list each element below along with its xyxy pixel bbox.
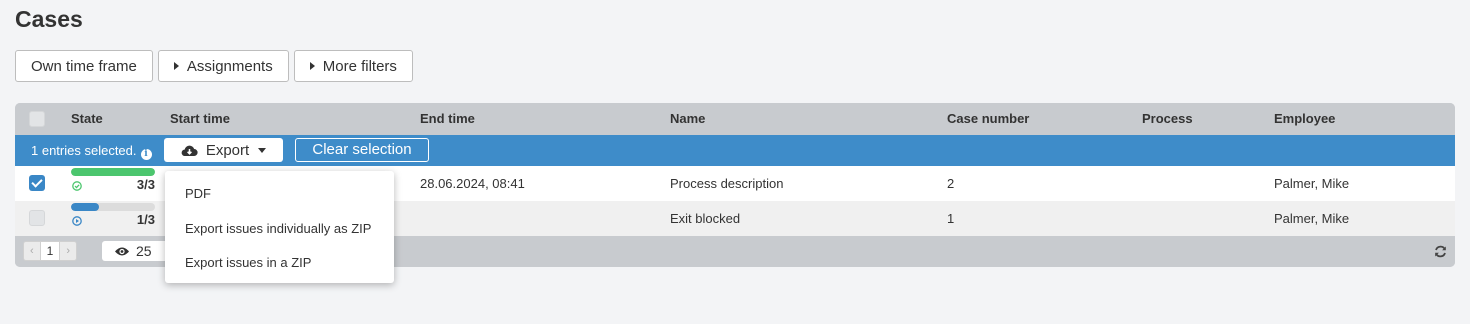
export-zip-item[interactable]: Export issues in a ZIP — [185, 255, 311, 270]
table-header: State Start time End time Name Case numb… — [15, 103, 1455, 135]
chevron-down-icon — [258, 147, 267, 153]
name-cell: Exit blocked — [670, 211, 741, 226]
selection-info: 1 entries selected. i — [31, 135, 152, 166]
check-circle-icon — [72, 181, 82, 191]
eye-icon — [115, 247, 129, 255]
export-label: Export — [205, 141, 250, 159]
state-count: 3/3 — [136, 177, 155, 192]
case-number-cell: 1 — [947, 211, 955, 226]
state-count: 1/3 — [136, 212, 155, 227]
case-number-cell: 2 — [947, 176, 955, 191]
page-title: Cases — [15, 6, 83, 32]
end-time-cell: 28.06.2024, 08:41 — [420, 176, 525, 191]
row-checkbox[interactable] — [29, 175, 45, 191]
select-all-checkbox[interactable] — [29, 111, 45, 127]
own-time-frame-button[interactable]: Own time frame — [15, 50, 153, 82]
assignments-label: Assignments — [186, 57, 273, 75]
assignments-button[interactable]: Assignments — [157, 50, 289, 82]
more-filters-button[interactable]: More filters — [293, 50, 413, 82]
refresh-icon[interactable] — [1434, 245, 1447, 258]
progress-fill — [71, 168, 155, 176]
prev-page-button[interactable]: ‹ — [24, 242, 40, 260]
state-progress-bar — [71, 203, 155, 211]
clear-selection-button[interactable]: Clear selection — [295, 138, 429, 162]
employee-cell: Palmer, Mike — [1274, 176, 1350, 191]
page-size-select[interactable]: 25 — [102, 241, 172, 261]
own-time-frame-label: Own time frame — [31, 57, 137, 75]
export-zip-individual-item[interactable]: Export issues individually as ZIP — [185, 221, 371, 236]
state-progress-bar — [71, 168, 155, 176]
cloud-download-icon — [181, 145, 198, 156]
selection-count-text: 1 entries selected. — [31, 143, 137, 158]
export-pdf-item[interactable]: PDF — [185, 186, 211, 201]
column-header-employee[interactable]: Employee — [1274, 103, 1335, 135]
employee-cell: Palmer, Mike — [1274, 211, 1350, 226]
row-checkbox[interactable] — [29, 210, 45, 226]
next-page-button[interactable]: › — [60, 242, 76, 260]
column-header-state[interactable]: State — [71, 103, 103, 135]
name-cell: Process description — [670, 176, 784, 191]
export-button[interactable]: Export — [164, 138, 283, 162]
progress-fill — [71, 203, 99, 211]
page-size-value: 25 — [136, 243, 152, 259]
column-header-start-time[interactable]: Start time — [170, 103, 230, 135]
pagination: ‹ 1 › — [23, 241, 78, 261]
info-icon[interactable]: i — [140, 149, 152, 160]
export-menu: PDF Export issues individually as ZIP Ex… — [165, 171, 394, 283]
column-header-name[interactable]: Name — [670, 103, 705, 135]
column-header-process[interactable]: Process — [1142, 103, 1193, 135]
caret-right-icon — [309, 62, 315, 70]
column-header-end-time[interactable]: End time — [420, 103, 475, 135]
caret-right-icon — [173, 62, 179, 70]
column-header-case-number[interactable]: Case number — [947, 103, 1029, 135]
page-number-button[interactable]: 1 — [39, 242, 61, 260]
more-filters-label: More filters — [322, 57, 397, 75]
selection-bar: 1 entries selected. i Export Clear select… — [15, 135, 1455, 166]
play-circle-icon — [72, 216, 82, 226]
filter-bar: Own time frame Assignments More filters — [15, 50, 413, 82]
